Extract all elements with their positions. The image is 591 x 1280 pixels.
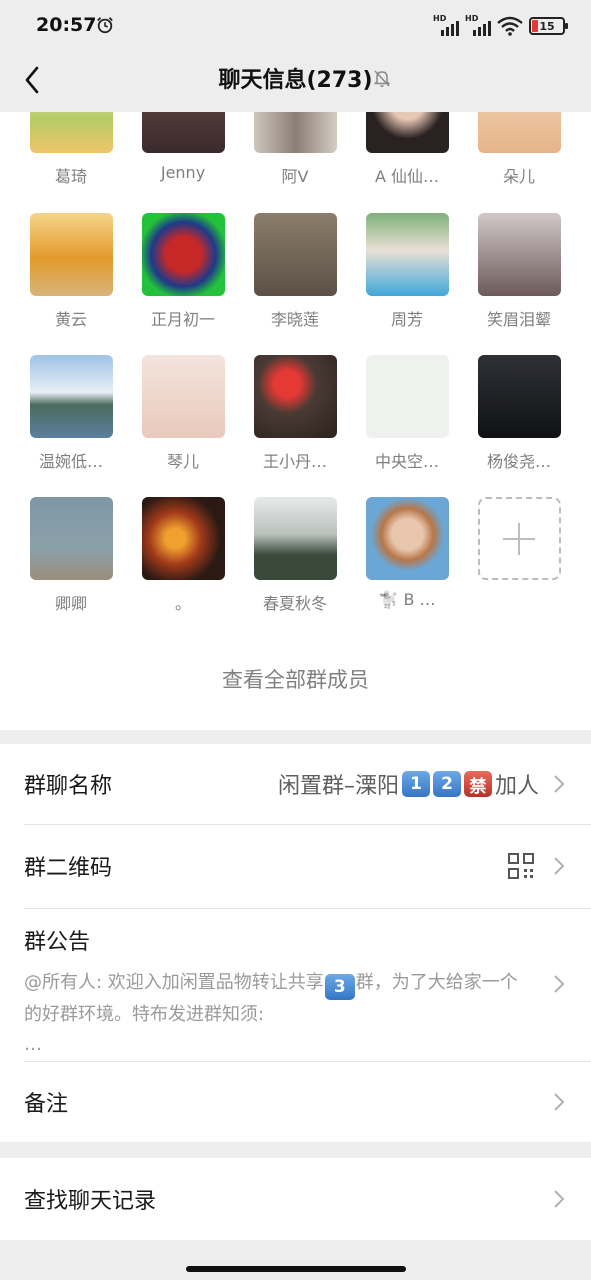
search-chat-history-row[interactable]: 查找聊天记录 — [0, 1158, 591, 1240]
member-avatar — [477, 213, 561, 296]
member-avatar — [29, 355, 113, 438]
member-avatar — [477, 112, 561, 153]
member-avatar — [253, 355, 337, 438]
battery-level: 15 — [539, 19, 555, 33]
member-avatar — [253, 112, 337, 153]
cell-signal-1-icon: HD — [433, 14, 459, 36]
member-item[interactable]: 周芳 — [351, 213, 463, 330]
member-avatar — [477, 355, 561, 438]
mute-bell-icon — [374, 70, 390, 87]
add-member[interactable] — [463, 497, 575, 580]
member-avatar — [29, 497, 113, 580]
member-item[interactable]: 春夏秋冬 — [239, 497, 351, 614]
badge-forbidden: 禁 — [463, 771, 492, 797]
group-name-value: 闲置群–溧阳 1 2 禁 加人 — [278, 768, 539, 800]
member-avatar — [29, 112, 113, 153]
member-avatar — [365, 112, 449, 153]
wifi-icon — [497, 16, 523, 36]
member-avatar — [29, 213, 113, 296]
status-time: 20:57 — [36, 14, 97, 36]
remark-row[interactable]: 备注 — [0, 1061, 591, 1142]
member-name: 正月初一 — [150, 310, 215, 329]
group-name-label: 群聊名称 — [24, 774, 113, 799]
badge-1: 1 — [401, 771, 430, 797]
member-item[interactable]: A 仙仙… — [351, 112, 463, 187]
member-item[interactable]: 杨俊尧… — [463, 355, 575, 472]
member-name: 。 — [174, 594, 191, 613]
member-item[interactable]: 葛琦 — [15, 112, 127, 187]
alarm-icon — [97, 17, 113, 34]
member-item[interactable]: 朵儿 — [463, 112, 575, 187]
member-name: 🐩 B … — [378, 590, 436, 609]
chevron-right-icon — [554, 775, 565, 793]
member-name: 春夏秋冬 — [262, 594, 327, 613]
member-name: 杨俊尧… — [486, 452, 551, 471]
member-item[interactable]: 正月初一 — [127, 213, 239, 330]
add-member-button[interactable] — [477, 497, 561, 580]
home-indicator[interactable] — [186, 1266, 406, 1272]
badge-2: 2 — [432, 771, 461, 797]
remark-label: 备注 — [24, 1091, 69, 1117]
member-name: 周芳 — [390, 310, 423, 329]
search-chat-history[interactable]: 查找聊天记录 — [0, 1158, 591, 1240]
member-grid: 葛琦 Jenny 阿V A 仙仙… 朵儿 黄云 正月初一 李晓莲 周芳 笑眉泪颦… — [0, 112, 591, 730]
member-avatar — [365, 355, 449, 438]
member-name: A 仙仙… — [374, 167, 440, 186]
badge-3: 3 — [324, 974, 355, 1000]
member-item[interactable]: 李晓莲 — [239, 213, 351, 330]
member-item[interactable]: 阿V — [239, 112, 351, 187]
member-item[interactable]: 琴儿 — [127, 355, 239, 472]
member-item[interactable]: 卿卿 — [15, 497, 127, 614]
group-notice-label: 群公告 — [24, 930, 91, 955]
member-item[interactable]: Jenny — [127, 112, 239, 182]
member-name: 卿卿 — [54, 594, 87, 613]
group-name-row[interactable]: 群聊名称 闲置群–溧阳 1 2 禁 加人 — [0, 744, 591, 824]
member-item[interactable]: 王小丹… — [239, 355, 351, 472]
member-name: 黄云 — [54, 310, 87, 329]
page-title: 聊天信息(273) — [218, 68, 373, 93]
search-chat-history-label: 查找聊天记录 — [24, 1189, 157, 1214]
nav-bar: 聊天信息(273) — [0, 52, 591, 112]
member-name: 李晓莲 — [270, 310, 319, 329]
member-name: 笑眉泪颦 — [486, 310, 551, 329]
member-avatar — [141, 213, 225, 296]
member-avatar — [141, 355, 225, 438]
member-name: 中央空… — [374, 452, 439, 471]
member-name: 朵儿 — [502, 167, 535, 186]
group-notice-row[interactable]: 群公告 @所有人: 欢迎入加闲置品物转让共享 3 群，为了大给家一个的好群环境。特布… — [0, 908, 591, 1061]
cell-signal-2-icon: HD — [465, 14, 491, 36]
chevron-right-icon — [554, 975, 565, 993]
group-notice-text: @所有人: 欢迎入加闲置品物转让共享 3 群，为了大给家一个的好群环境。特布发进群知… — [24, 972, 518, 1055]
member-avatar — [365, 497, 449, 580]
member-item[interactable]: 黄云 — [15, 213, 127, 330]
view-all-members-link[interactable]: 查看全部群成员 — [0, 664, 591, 694]
chevron-right-icon — [554, 857, 565, 875]
member-avatar — [365, 213, 449, 296]
status-bar: 20:57 HD HD 15 — [0, 0, 591, 52]
member-name: Jenny — [160, 163, 206, 182]
add-member-icon — [503, 522, 535, 555]
member-item[interactable]: 温婉低… — [15, 355, 127, 472]
chevron-right-icon — [554, 1190, 565, 1208]
member-name: 王小丹… — [262, 452, 327, 471]
member-avatar — [141, 112, 225, 153]
qr-code-row[interactable]: 群二维码 — [0, 824, 591, 908]
member-name: 葛琦 — [54, 167, 87, 186]
qr-code-label: 群二维码 — [24, 856, 113, 881]
member-name: 温婉低… — [38, 452, 103, 471]
member-item[interactable]: 。 — [127, 497, 239, 614]
member-item[interactable]: 🐩 B … — [351, 497, 463, 609]
member-avatar — [141, 497, 225, 580]
member-avatar — [253, 497, 337, 580]
member-name: 阿V — [281, 167, 309, 186]
member-item[interactable]: 中央空… — [351, 355, 463, 472]
settings-list: 群聊名称 闲置群–溧阳 1 2 禁 加人 群二维码 群公告 @所有人: 欢迎入加… — [0, 744, 591, 1142]
chevron-right-icon — [554, 1092, 565, 1111]
member-name: 琴儿 — [166, 452, 199, 471]
member-item[interactable]: 笑眉泪颦 — [463, 213, 575, 330]
qr-code-icon — [508, 853, 534, 879]
battery-icon: 15 — [529, 17, 568, 35]
member-avatar — [253, 213, 337, 296]
